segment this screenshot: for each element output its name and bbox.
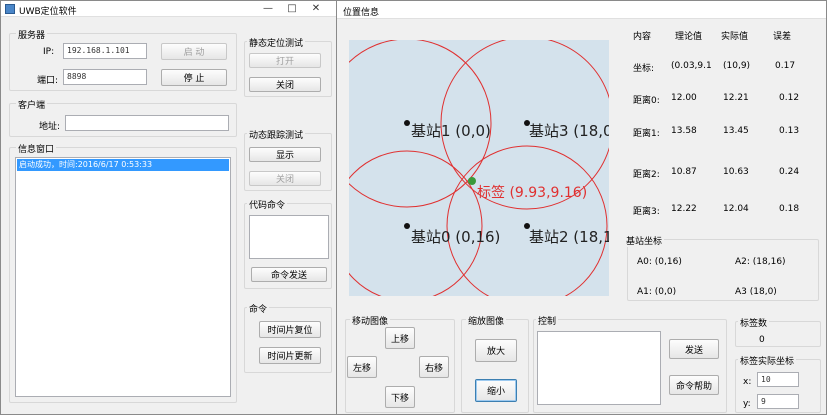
anchor-a0: A0: (0,16) [637, 257, 682, 267]
plot-area: 基站1 (0,0) 基站3 (18,0 基站0 (0,16) 基站2 (18,1… [349, 40, 609, 296]
anchor-a2: A2: (18,16) [735, 257, 786, 267]
station-label-2: 基站2 (18,1 [529, 228, 609, 246]
table-header-error: 误差 [773, 32, 792, 42]
table-row-coord-theory: (0.03,9.1 [671, 61, 712, 71]
list-item[interactable]: 启动成功，时间:2016/6/17 0:53:33 [17, 159, 229, 171]
tag-count-value: 0 [759, 335, 765, 345]
ip-input[interactable]: 192.168.1.101 [63, 43, 147, 59]
position-window-title: 位置信息 [343, 8, 380, 18]
control-command-input[interactable] [537, 331, 661, 405]
start-button[interactable]: 启 动 [161, 43, 227, 60]
control-group-title: 控制 [536, 314, 559, 327]
app-icon [5, 4, 15, 14]
table-row-d1-error: 0.13 [779, 126, 800, 136]
station-1-marker [404, 120, 410, 126]
static-open-button[interactable]: 打开 [249, 53, 321, 68]
table-row-d2-error: 0.24 [779, 167, 800, 177]
command-help-button[interactable]: 命令帮助 [669, 375, 719, 395]
anchor-coord-group-title: 基站坐标 [624, 234, 665, 247]
table-row-d1-actual: 13.45 [723, 126, 749, 136]
tag-y-input[interactable]: 9 [757, 394, 799, 409]
anchor-a3: A3 (18,0) [735, 287, 777, 297]
ip-label: IP: [43, 47, 55, 57]
main-window-titlebar[interactable]: UWB定位软件 — □ ✕ [1, 1, 337, 17]
tag-count-group-title: 标签数 [738, 316, 770, 329]
table-row-d0-label: 距离0: [633, 96, 660, 106]
client-group-title: 客户端 [16, 98, 48, 111]
tag-marker [468, 177, 476, 185]
minimize-icon[interactable]: — [257, 1, 279, 15]
tag-coord-group-title: 标签实际坐标 [738, 354, 797, 367]
range-circle-0 [349, 150, 483, 296]
move-left-button[interactable]: 左移 [347, 356, 377, 378]
message-list[interactable]: 启动成功，时间:2016/6/17 0:53:33 [15, 157, 231, 397]
zoom-image-group-title: 缩放图像 [466, 314, 507, 327]
timeslot-reset-button[interactable]: 时间片复位 [259, 321, 321, 338]
window-title: UWB定位软件 [19, 7, 77, 17]
main-window: UWB定位软件 — □ ✕ 服务器 IP: 192.168.1.101 启 动 … [0, 0, 338, 415]
address-label: 地址: [39, 122, 61, 132]
move-right-button[interactable]: 右移 [419, 356, 449, 378]
table-row-d0-theory: 12.00 [671, 93, 697, 103]
tag-x-label: x: [743, 377, 752, 387]
position-window: 位置信息 基站1 (0,0) 基站3 (18,0 基站0 (0,16) 基站2 … [336, 0, 827, 415]
table-row-d2-theory: 10.87 [671, 167, 697, 177]
tag-label: 标签 (9.93,9.16) [477, 185, 588, 201]
command-group-title: 命令 [247, 302, 270, 315]
range-circle-2 [446, 145, 608, 296]
tag-y-label: y: [743, 399, 751, 409]
table-row-coord-label: 坐标: [633, 64, 655, 74]
position-window-titlebar[interactable]: 位置信息 [337, 1, 826, 19]
control-send-button[interactable]: 发送 [669, 339, 719, 359]
message-group-title: 信息窗口 [16, 142, 57, 155]
table-row-d2-label: 距离2: [633, 170, 660, 180]
station-label-3: 基站3 (18,0 [529, 122, 609, 140]
maximize-icon[interactable]: □ [281, 1, 303, 15]
timeslot-update-button[interactable]: 时间片更新 [259, 347, 321, 364]
table-row-d3-actual: 12.04 [723, 204, 749, 214]
anchor-a1: A1: (0,0) [637, 287, 677, 297]
table-header-theory: 理论值 [675, 32, 703, 42]
address-input[interactable] [65, 115, 229, 131]
table-row-coord-error: 0.17 [775, 61, 796, 71]
server-group-title: 服务器 [16, 28, 48, 41]
tag-count-group: 标签数 [735, 316, 821, 347]
command-send-button[interactable]: 命令发送 [251, 267, 327, 282]
code-command-group-title: 代码命令 [247, 198, 288, 211]
zoom-in-button[interactable]: 放大 [475, 339, 517, 362]
stop-button[interactable]: 停 止 [161, 69, 227, 86]
table-row-d3-error: 0.18 [779, 204, 800, 214]
table-row-d3-label: 距离3: [633, 207, 660, 217]
code-command-input[interactable] [249, 215, 329, 259]
dynamic-test-group-title: 动态跟踪测试 [247, 128, 306, 141]
table-row-coord-actual: (10,9) [723, 61, 751, 71]
dynamic-show-button[interactable]: 显示 [249, 147, 321, 162]
table-row-d2-actual: 10.63 [723, 167, 749, 177]
table-row-d0-actual: 12.21 [723, 93, 749, 103]
move-image-group-title: 移动图像 [350, 314, 391, 327]
port-input[interactable]: 8898 [63, 69, 147, 85]
positioning-plot [349, 40, 609, 296]
table-row-d1-theory: 13.58 [671, 126, 697, 136]
move-down-button[interactable]: 下移 [385, 386, 415, 408]
station-label-1: 基站1 (0,0) [411, 122, 491, 140]
table-header-actual: 实际值 [721, 32, 749, 42]
zoom-out-button[interactable]: 缩小 [475, 379, 517, 402]
move-up-button[interactable]: 上移 [385, 327, 415, 349]
table-row-d3-theory: 12.22 [671, 204, 697, 214]
static-test-group-title: 静态定位测试 [247, 36, 306, 49]
dynamic-hide-button[interactable]: 关闭 [249, 171, 321, 186]
close-icon[interactable]: ✕ [305, 1, 327, 15]
station-label-0: 基站0 (0,16) [411, 228, 501, 246]
table-row-d1-label: 距离1: [633, 129, 660, 139]
tag-x-input[interactable]: 10 [757, 372, 799, 387]
table-header-content: 内容 [633, 32, 652, 42]
table-row-d0-error: 0.12 [779, 93, 800, 103]
port-label: 端口: [37, 76, 59, 86]
result-table: 内容 理论值 实际值 误差 坐标: (0.03,9.1 (10,9) 0.17 … [619, 25, 819, 233]
static-close-button[interactable]: 关闭 [249, 77, 321, 92]
station-0-marker [404, 223, 410, 229]
